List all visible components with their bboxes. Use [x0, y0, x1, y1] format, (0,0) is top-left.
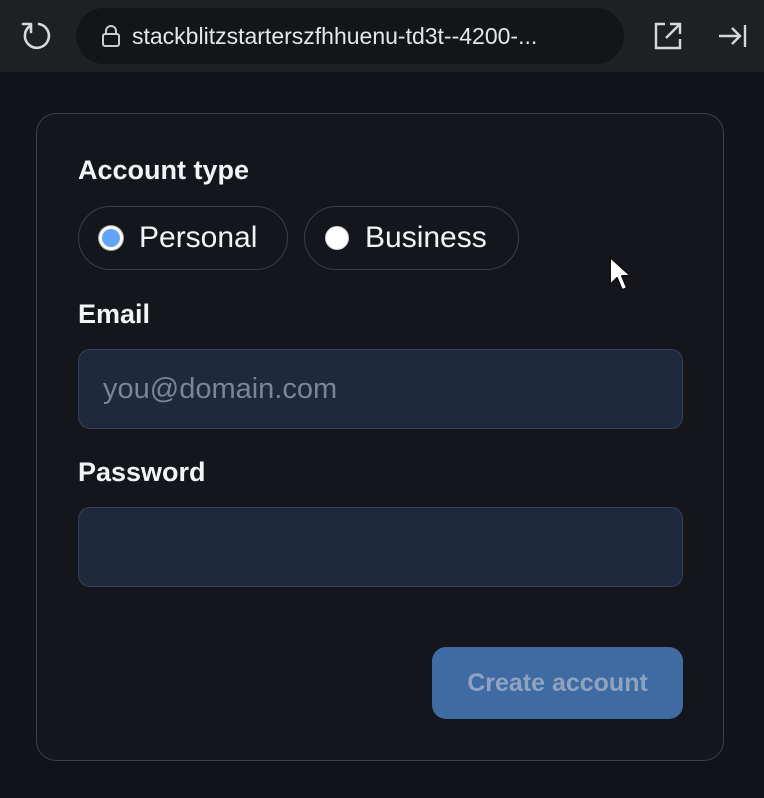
url-text: stackblitzstarterszfhhuenu-td3t--4200-..… — [132, 22, 538, 49]
email-label: Email — [78, 299, 151, 329]
page-content: Account type Personal Business Email Pas… — [0, 72, 764, 798]
reload-icon — [21, 22, 51, 50]
browser-toolbar: stackblitzstarterszfhhuenu-td3t--4200-..… — [0, 0, 764, 72]
lock-icon — [100, 24, 122, 48]
create-account-button[interactable]: Create account — [432, 647, 683, 719]
radio-option-personal[interactable]: Personal — [78, 206, 288, 270]
account-type-label: Account type — [78, 155, 250, 185]
sidebar-toggle-icon — [719, 25, 747, 47]
sidebar-toggle-button[interactable] — [712, 16, 752, 56]
signup-form-card: Account type Personal Business Email Pas… — [36, 113, 724, 761]
radio-checked-icon[interactable] — [99, 226, 123, 250]
radio-label-business: Business — [365, 221, 487, 254]
radio-label-personal: Personal — [139, 221, 258, 254]
open-external-icon — [654, 22, 682, 50]
open-external-button[interactable] — [648, 16, 688, 56]
password-label: Password — [78, 457, 206, 487]
radio-option-business[interactable]: Business — [304, 206, 519, 270]
email-input[interactable] — [78, 349, 683, 429]
address-bar[interactable]: stackblitzstarterszfhhuenu-td3t--4200-..… — [76, 8, 624, 64]
password-input[interactable] — [78, 507, 683, 587]
radio-unchecked-icon[interactable] — [325, 226, 349, 250]
reload-button[interactable] — [16, 16, 56, 56]
mouse-cursor-icon — [609, 256, 632, 291]
